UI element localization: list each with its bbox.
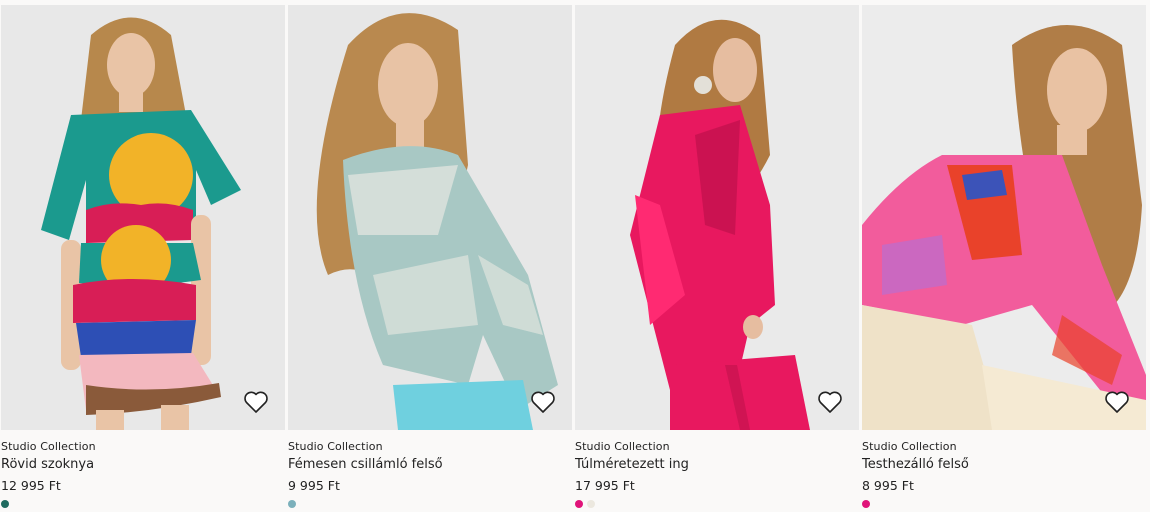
product-image[interactable] [575, 5, 859, 430]
color-swatch[interactable] [575, 500, 583, 508]
color-swatches [862, 500, 1146, 508]
product-photo-2 [288, 5, 572, 430]
product-image[interactable] [1, 5, 285, 430]
color-swatch[interactable] [1, 500, 9, 508]
product-card[interactable]: Studio Collection Fémesen csillámló fels… [288, 5, 572, 512]
product-price: 8 995 Ft [862, 478, 914, 493]
product-brand: Studio Collection [575, 440, 670, 453]
product-brand: Studio Collection [862, 440, 957, 453]
product-price: 12 995 Ft [1, 478, 61, 493]
product-info: Studio Collection Fémesen csillámló fels… [288, 430, 572, 508]
product-price: 9 995 Ft [288, 478, 340, 493]
wishlist-heart-icon[interactable] [243, 390, 271, 418]
product-brand: Studio Collection [288, 440, 383, 453]
color-swatches [575, 500, 859, 508]
wishlist-heart-icon[interactable] [1104, 390, 1132, 418]
product-photo-3 [575, 5, 859, 430]
product-name[interactable]: Testhezálló felső [862, 456, 1146, 474]
color-swatches [288, 500, 572, 508]
product-card[interactable]: Studio Collection Túlméretezett ing 17 9… [575, 5, 859, 512]
product-card[interactable]: Studio Collection Rövid szoknya 12 995 F… [1, 5, 285, 512]
product-brand: Studio Collection [1, 440, 96, 453]
color-swatches [1, 500, 285, 508]
product-name[interactable]: Rövid szoknya [1, 456, 285, 474]
wishlist-heart-icon[interactable] [530, 390, 558, 418]
product-info: Studio Collection Rövid szoknya 12 995 F… [1, 430, 285, 508]
product-card[interactable]: Studio Collection Testhezálló felső 8 99… [862, 5, 1146, 512]
product-price: 17 995 Ft [575, 478, 635, 493]
product-info: Studio Collection Testhezálló felső 8 99… [862, 430, 1146, 508]
product-grid: Studio Collection Rövid szoknya 12 995 F… [0, 0, 1150, 512]
product-name[interactable]: Túlméretezett ing [575, 456, 859, 474]
product-image[interactable] [862, 5, 1146, 430]
color-swatch[interactable] [587, 500, 595, 508]
product-photo-4 [862, 5, 1146, 430]
product-image[interactable] [288, 5, 572, 430]
product-photo-1 [1, 5, 285, 430]
product-name[interactable]: Fémesen csillámló felső [288, 456, 572, 474]
product-info: Studio Collection Túlméretezett ing 17 9… [575, 430, 859, 508]
color-swatch[interactable] [288, 500, 296, 508]
wishlist-heart-icon[interactable] [817, 390, 845, 418]
color-swatch[interactable] [862, 500, 870, 508]
